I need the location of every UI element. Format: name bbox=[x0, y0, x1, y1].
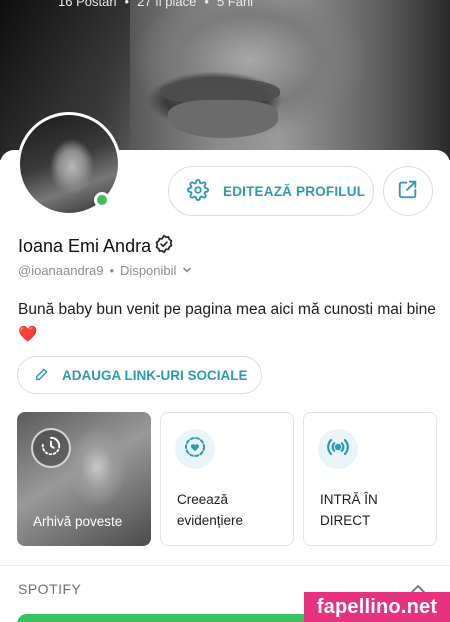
profile-name-row: Ioana Emi Andra bbox=[18, 234, 174, 259]
live-label-line-1: INTRĂ ÎN bbox=[320, 492, 378, 507]
stat-separator: • bbox=[124, 0, 130, 9]
cover-detail-2 bbox=[168, 100, 278, 138]
live-label-line-2: DIRECT bbox=[320, 513, 371, 528]
bio-text: Bună baby bun venit pe pagina mea aici m… bbox=[18, 301, 436, 318]
edit-profile-button[interactable]: EDITEAZĂ PROFILUL bbox=[168, 166, 374, 216]
profile-stats: 16 Postări • 27 îi place • 5 Fani bbox=[58, 0, 253, 9]
live-label: INTRĂ ÎN DIRECT bbox=[320, 489, 378, 531]
go-live-card[interactable]: INTRĂ ÎN DIRECT bbox=[303, 412, 437, 546]
add-social-links-label: ADAUGA LINK-URI SOCIALE bbox=[62, 367, 248, 383]
gear-icon bbox=[187, 178, 209, 204]
create-highlight-card[interactable]: Creează evidențiere bbox=[160, 412, 294, 546]
highlight-label-line-2: evidențiere bbox=[177, 513, 244, 528]
highlight-label: Creează evidențiere bbox=[177, 489, 243, 531]
share-button[interactable] bbox=[383, 166, 433, 216]
profile-bio: Bună baby bun venit pe pagina mea aici m… bbox=[18, 297, 438, 347]
heart-emoji-icon: ❤️ bbox=[18, 326, 38, 343]
online-status-dot bbox=[94, 192, 110, 208]
share-icon bbox=[397, 178, 419, 205]
section-divider bbox=[0, 565, 450, 566]
story-cards: Arhivă poveste Creează evidențiere INTRĂ… bbox=[17, 412, 437, 546]
broadcast-icon bbox=[325, 434, 351, 465]
archive-label: Arhivă poveste bbox=[33, 514, 123, 529]
add-social-links-button[interactable]: ADAUGA LINK-URI SOCIALE bbox=[17, 356, 262, 394]
chevron-down-icon[interactable] bbox=[182, 263, 192, 278]
verified-icon bbox=[154, 234, 174, 259]
stat-fans: 5 Fani bbox=[216, 0, 254, 9]
availability-status[interactable]: Disponibil bbox=[120, 263, 176, 278]
edit-profile-label: EDITEAZĂ PROFILUL bbox=[223, 183, 366, 199]
clock-history-icon bbox=[40, 435, 62, 462]
handle-separator: • bbox=[109, 263, 115, 278]
profile-name: Ioana Emi Andra bbox=[18, 236, 152, 256]
highlight-label-line-1: Creează bbox=[177, 492, 229, 507]
spotify-section-title: SPOTIFY bbox=[18, 581, 82, 597]
profile-handle: @ioanaandra9 bbox=[18, 263, 104, 278]
handle-row: @ioanaandra9 • Disponibil bbox=[18, 263, 192, 278]
stat-likes: 27 îi place bbox=[137, 0, 197, 9]
stat-posts: 16 Postări bbox=[58, 0, 117, 9]
heart-circle-icon bbox=[183, 435, 207, 464]
watermark: fapellino.net bbox=[304, 592, 450, 622]
highlight-icon-wrap bbox=[175, 429, 215, 469]
stat-separator: • bbox=[204, 0, 209, 9]
live-icon-wrap bbox=[318, 429, 358, 469]
archive-icon-wrap bbox=[31, 428, 71, 468]
story-archive-card[interactable]: Arhivă poveste bbox=[17, 412, 151, 546]
pencil-icon bbox=[34, 366, 50, 385]
